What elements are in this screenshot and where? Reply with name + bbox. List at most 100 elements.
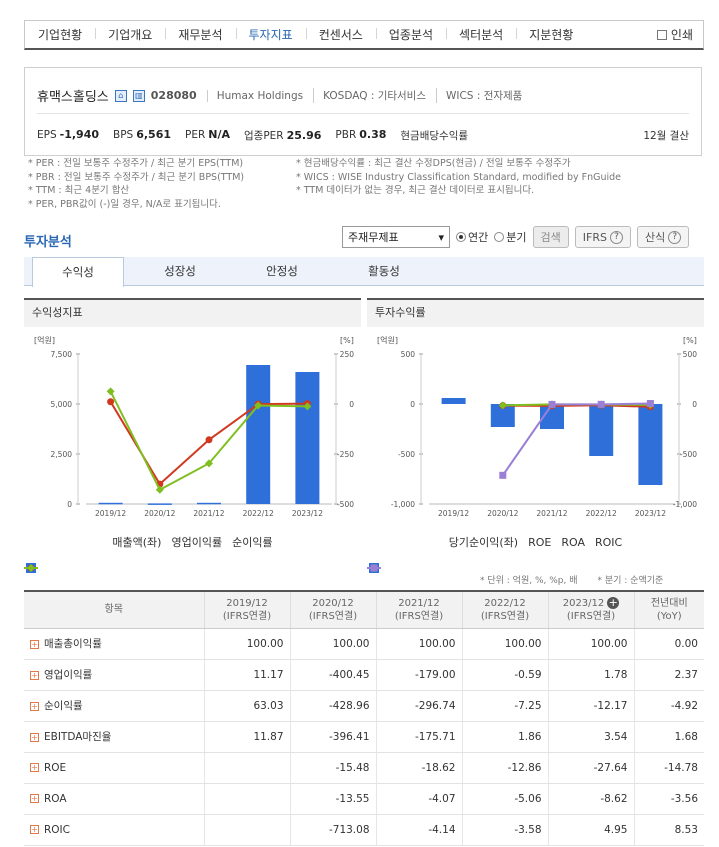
- home-icon[interactable]: ⌂: [114, 89, 127, 102]
- legend-item[interactable]: ROA: [367, 536, 585, 572]
- expand-row-icon[interactable]: +: [30, 825, 39, 834]
- annual-radio[interactable]: [456, 232, 466, 242]
- value-cell: -8.62: [547, 783, 634, 815]
- row-label-cell: + EBITDA마진율: [24, 721, 204, 753]
- value-cell: 100.00: [203, 628, 290, 660]
- wics-info: WICS : 전자제품: [436, 88, 522, 103]
- header-line: (IFRS연결): [308, 610, 358, 622]
- cell-text: 3.54: [604, 730, 628, 743]
- header-line: 2023/12: [562, 597, 605, 609]
- stat-label: PER: [185, 129, 206, 141]
- value-cell: -428.96: [289, 690, 376, 722]
- subtab[interactable]: 수익성: [32, 257, 124, 287]
- print-button[interactable]: 인쇄: [656, 26, 693, 43]
- x-tick-label: 2020/12: [144, 509, 175, 518]
- cell-text: -179.00: [414, 668, 456, 681]
- subtab[interactable]: 성장성: [134, 257, 226, 286]
- help-icon: ?: [668, 230, 682, 244]
- table-row: + EBITDA마진율 11.87 -396.41 -175.71 1.86 3.54 1.6…: [24, 721, 704, 753]
- value-cell: 100.00: [461, 628, 548, 660]
- formula-button[interactable]: 산식?: [636, 226, 690, 248]
- cell-text: -7.25: [514, 699, 542, 712]
- row-label-cell: + ROE: [24, 752, 204, 784]
- expand-column-icon[interactable]: +: [607, 596, 620, 609]
- nav-tab[interactable]: 컨센서스: [305, 26, 376, 43]
- stat-label: 현금배당수익률: [400, 130, 469, 142]
- value-cell: -296.74: [375, 690, 462, 722]
- nav-tab[interactable]: 기업개요: [95, 26, 165, 43]
- cell-text: -713.08: [328, 823, 370, 836]
- stat-value: 0.38: [359, 128, 387, 141]
- statement-select-value: 주재무제표: [348, 231, 399, 244]
- cell-text: 63.03: [253, 699, 284, 712]
- stats-row: EPS -1,940 BPS 6,561 PER N/A 업종PER 25.96 PBR 0.38…: [37, 128, 689, 143]
- legend-item[interactable]: 영업이익률: [24, 534, 222, 572]
- right-tick-label: 250: [340, 350, 355, 359]
- ifrs-button[interactable]: IFRS?: [574, 226, 631, 248]
- quarter-radio-label: 분기: [506, 231, 527, 244]
- header-line: (IFRS연결): [222, 610, 272, 622]
- legend-item[interactable]: 순이익률: [24, 534, 273, 572]
- right-tick-label: 0: [692, 400, 697, 409]
- cell-text: -4.07: [428, 792, 456, 805]
- nav-tab[interactable]: 지분현황: [516, 26, 586, 43]
- legend-marker: [370, 564, 378, 572]
- chart-legend: 매출액(좌) 영업이익률 순이익률: [24, 534, 361, 573]
- value-cell: -3.56: [633, 783, 704, 815]
- value-cell: -13.55: [289, 783, 376, 815]
- value-cell: -713.08: [289, 814, 376, 846]
- value-cell: -0.59: [461, 659, 548, 691]
- expand-row-icon[interactable]: +: [30, 670, 39, 680]
- nav-tab[interactable]: 기업현황: [25, 26, 95, 43]
- expand-row-icon[interactable]: +: [30, 732, 39, 742]
- subtab[interactable]: 활동성: [338, 257, 430, 286]
- legend-item[interactable]: ROIC: [367, 536, 622, 572]
- left-tick-label: 0: [67, 500, 72, 509]
- expand-row-icon[interactable]: +: [30, 701, 39, 711]
- cell-text: ROE: [44, 761, 67, 774]
- cell-text: -14.78: [664, 761, 698, 774]
- building-icon[interactable]: ▥: [132, 89, 145, 102]
- row-label-cell: + 영업이익률: [24, 659, 204, 691]
- expand-row-icon[interactable]: +: [30, 794, 39, 803]
- quarter-radio[interactable]: [494, 232, 505, 242]
- value-cell: 63.03: [203, 690, 290, 722]
- profitability-chart-panel: 수익성지표 [억원] [%] 7,500 5,000 2,500 0 250 0 -250 -50…: [24, 298, 361, 577]
- cell-text: 100.00: [590, 637, 628, 650]
- search-button-label: 검색: [540, 231, 561, 244]
- left-tick-label: 0: [410, 400, 415, 409]
- legend-label: ROE: [528, 535, 552, 549]
- cell-text: 11.87: [253, 730, 284, 743]
- nav-tab[interactable]: 섹터분석: [446, 26, 516, 43]
- cell-text: 100.00: [332, 637, 370, 650]
- cell-text: 2.37: [674, 668, 698, 681]
- value-cell: -5.06: [461, 783, 548, 815]
- table-row: + 매출총이익률 100.00 100.00 100.00 100.00 100.00 0.0…: [24, 628, 704, 660]
- nav-tab[interactable]: 업종분석: [375, 26, 446, 43]
- legend-item[interactable]: 매출액(좌): [26, 534, 161, 573]
- statement-select[interactable]: 주재무제표 ▾: [342, 226, 450, 248]
- value-cell: -396.41: [289, 721, 376, 753]
- table-row: + ROIC -713.08 -4.14 -3.58 4.95 8.53: [24, 814, 704, 846]
- subtab[interactable]: 안정성: [236, 257, 328, 286]
- section-title: 투자분석: [24, 235, 72, 250]
- chart-title: 투자수익률: [367, 298, 704, 327]
- legend-item[interactable]: ROE: [367, 535, 552, 572]
- expand-row-icon[interactable]: +: [30, 763, 39, 772]
- cell-text: 영업이익률: [44, 669, 93, 681]
- nav-tab[interactable]: 재무분석: [165, 26, 235, 43]
- search-button[interactable]: 검색: [532, 226, 569, 248]
- cell-text: -13.55: [335, 792, 370, 805]
- header-line: 2020/12: [312, 597, 354, 609]
- note-line: * PER, PBR값이 (-)일 경우, N/A로 표기됩니다.: [28, 198, 221, 210]
- nav-tab[interactable]: 투자지표: [235, 26, 306, 43]
- legend-item[interactable]: 당기순이익(좌): [369, 534, 518, 573]
- expand-row-icon[interactable]: +: [30, 639, 39, 649]
- print-icon: [656, 29, 667, 40]
- bar: [246, 365, 271, 504]
- table-header-row: 항목 2019/12 (IFRS연결) 2020/12 (IFRS연결) 2021/12(…: [24, 590, 704, 629]
- value-cell: 1.86: [461, 721, 548, 753]
- legend-marker: [27, 564, 35, 572]
- value-cell: 2.37: [633, 659, 704, 691]
- row-label-cell: + 매출총이익률: [24, 628, 204, 660]
